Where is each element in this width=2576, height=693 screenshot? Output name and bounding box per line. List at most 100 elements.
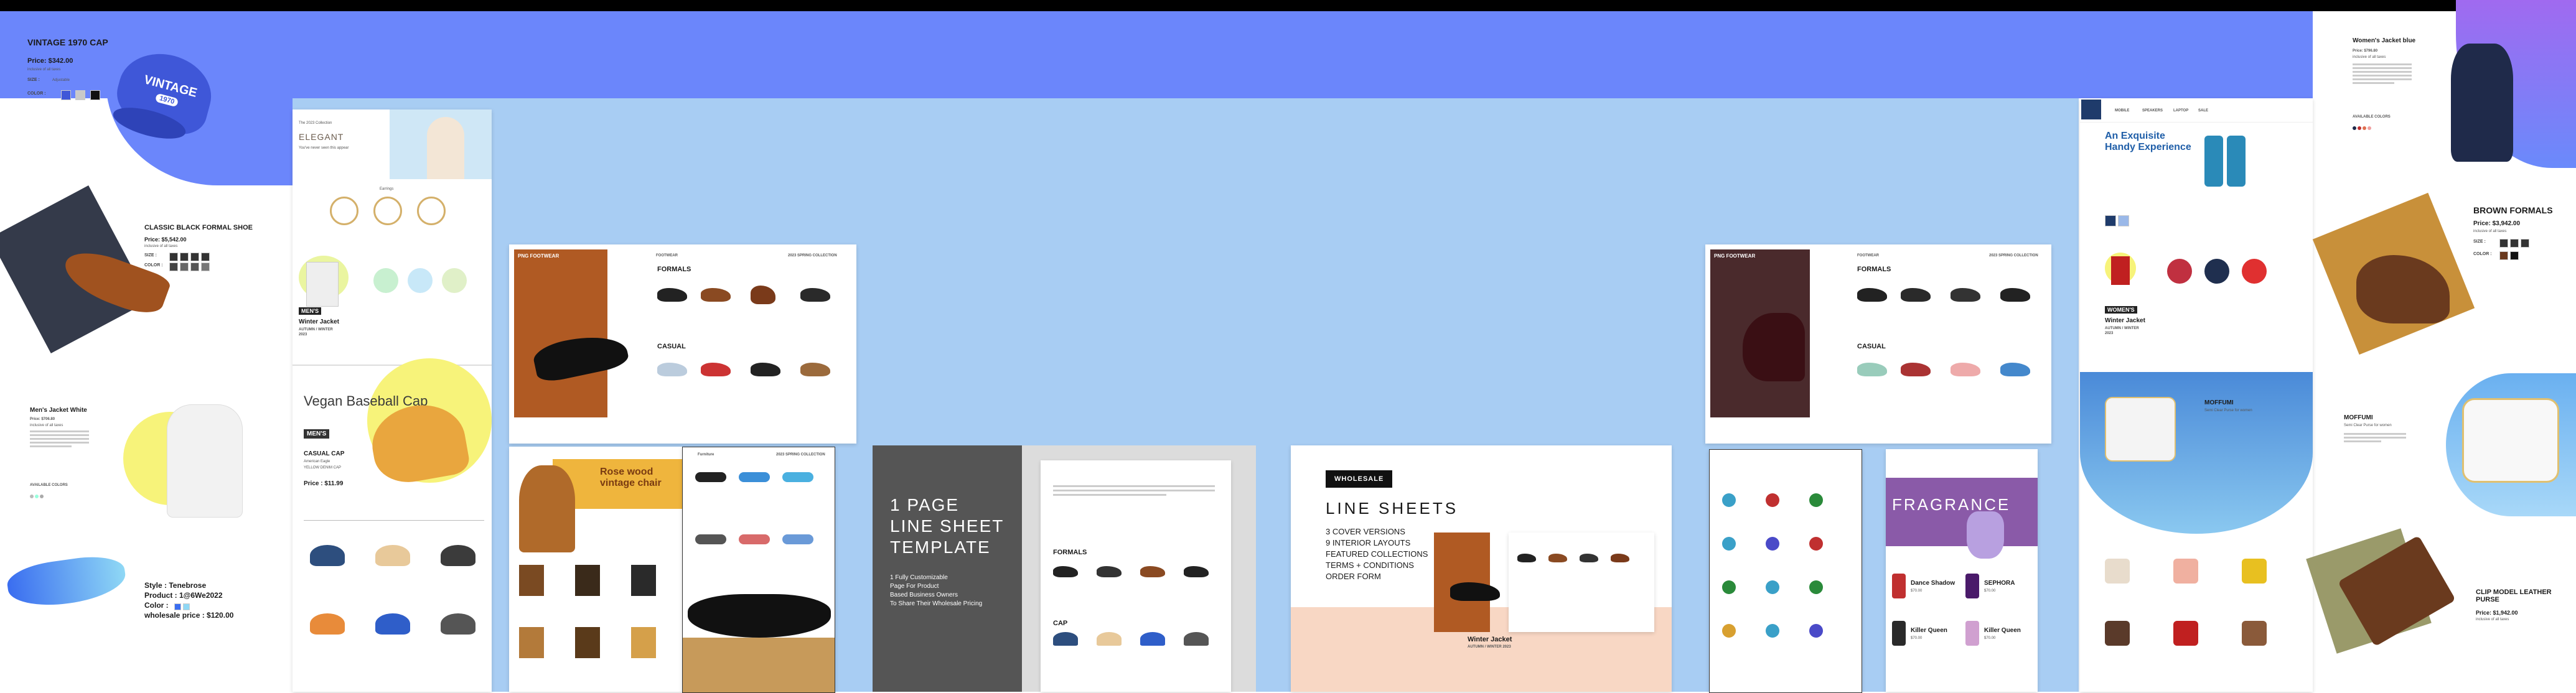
womens-product-row xyxy=(2105,253,2304,315)
formal-shoe-card: CLASSIC BLACK FORMAL SHOE Price: $5,542.… xyxy=(0,185,293,360)
template-bullet-2: Page For Product xyxy=(890,583,939,590)
clear-purse-subtitle: Semi Clear Purse for women xyxy=(2344,424,2392,427)
nav-mobile[interactable]: MOBILE xyxy=(2115,108,2129,113)
clip-purse-price: Price: $1,942.00 xyxy=(2476,610,2518,616)
page-b-casual: CASUAL xyxy=(657,343,686,350)
cap-tax: inclusive of all taxes xyxy=(27,68,61,72)
perfume-2-name: SEPHORA xyxy=(1984,580,2015,587)
formal-shoe-size: SIZE : xyxy=(144,253,157,258)
cap-detail-2: YELLOW DENIM CAP xyxy=(304,466,342,470)
template-bullet-3: Based Business Owners xyxy=(890,592,958,598)
mens-jacket-title: Men's Jacket White xyxy=(30,407,87,414)
model-photo xyxy=(390,109,492,179)
perfume-list: Dance Shadow $70.00 SEPHORA $70.00 Kille… xyxy=(1892,574,2035,686)
line-sheets-item-4: TERMS + CONDITIONS xyxy=(1326,560,1414,570)
page-b-formals: FORMALS xyxy=(657,266,691,273)
page-d-purse-sub: Semi Clear Purse for women xyxy=(2204,409,2252,412)
nav-speakers[interactable]: SPEAKERS xyxy=(2142,108,2163,113)
line-sheets-item-1: 3 COVER VERSIONS xyxy=(1326,527,1405,536)
template-title-2: LINE SHEET xyxy=(890,516,1005,536)
clip-purse-tax: inclusive of all taxes xyxy=(2476,618,2509,621)
swatch-black[interactable] xyxy=(90,90,100,100)
swatch-blue[interactable] xyxy=(61,90,71,100)
clear-purse-image xyxy=(2462,398,2559,483)
big-sunglasses-image xyxy=(688,594,831,638)
formal-shoe-colors[interactable] xyxy=(169,261,212,272)
burgundy-heel-image xyxy=(1743,313,1805,381)
page-b: PNG FOOTWEAR FOOTWEAR 2023 SPRING COLLEC… xyxy=(509,244,856,444)
formals-row xyxy=(657,282,850,313)
chair-page: Rose wood vintage chair xyxy=(509,447,682,692)
earrings-label: Earrings xyxy=(380,187,394,191)
cap-grid xyxy=(304,545,484,682)
womens-jacket-title: Women's Jacket blue xyxy=(2353,37,2416,44)
chair-title: Rose wood vintage chair xyxy=(600,467,662,488)
sunglasses-card: Style : Tenebrose Product : 1@6We2022 Co… xyxy=(0,547,293,653)
page-c-formals: FORMALS xyxy=(1857,266,1891,273)
line-sheet-inner-preview xyxy=(1509,533,1654,632)
page-b-brand: PNG FOOTWEAR xyxy=(518,253,560,259)
glasses-furniture-label: Furniture xyxy=(698,453,714,457)
nav-laptop[interactable]: LAPTOP xyxy=(2173,108,2188,113)
womens-jacket-colors-label: AVAILABLE COLORS xyxy=(2353,115,2391,119)
earrings-row xyxy=(324,197,461,234)
womens-jacket-price: Price: $796.80 xyxy=(2353,49,2378,53)
brown-formals-colors[interactable] xyxy=(2499,250,2521,261)
mens-jacket-desc xyxy=(30,430,89,449)
formal-shoe-tax: inclusive of all taxes xyxy=(144,244,178,248)
swatch-grey[interactable] xyxy=(75,90,86,100)
template-title-1: 1 PAGE xyxy=(890,495,960,514)
sunglasses-wholesale: wholesale price : $120.00 xyxy=(144,611,234,620)
cap-color-swatches[interactable] xyxy=(61,90,102,101)
cap-detail-1: American Eagle xyxy=(304,460,330,463)
vintage-cap-image: VINTAGE 1970 xyxy=(106,42,224,145)
mens-jacket-tax: inclusive of all taxes xyxy=(30,424,63,427)
page-b-header-right: 2023 SPRING COLLECTION xyxy=(788,254,837,258)
perfume-2-price: $70.00 xyxy=(1984,589,1996,593)
cap-title: VINTAGE 1970 CAP xyxy=(27,37,108,47)
page-c-casual: CASUAL xyxy=(1857,343,1886,350)
formal-shoe-color: COLOR : xyxy=(144,263,163,267)
page-c-casual-row xyxy=(1857,356,2044,388)
footwear-orange-panel xyxy=(514,249,607,417)
brown-formals-size: SIZE : xyxy=(2473,240,2486,244)
womens-jacket-desc xyxy=(2353,63,2412,86)
page-d-winter-jacket: Winter Jacket xyxy=(2105,317,2145,324)
clear-purse-title: MOFFUMI xyxy=(2344,414,2373,421)
brown-formals-price: Price: $3,942.00 xyxy=(2473,220,2521,227)
nav-logo[interactable] xyxy=(2081,100,2101,119)
mens-jacket-price: Price: $706.80 xyxy=(30,417,55,421)
phone-image xyxy=(2204,136,2248,210)
womens-tag: WOMEN'S xyxy=(2105,306,2137,314)
template-title-3: TEMPLATE xyxy=(890,537,991,557)
brown-formals-sizes[interactable] xyxy=(2499,238,2531,249)
mens-jacket-colors[interactable] xyxy=(30,490,45,501)
phone-thumbs[interactable] xyxy=(2105,215,2131,226)
casual-cap-label: CASUAL CAP xyxy=(304,450,345,457)
wholesale-line-sheets: WHOLESALE LINE SHEETS 3 COVER VERSIONS 9… xyxy=(1291,445,1672,692)
wholesale-badge: WHOLESALE xyxy=(1326,470,1393,488)
perfume-1-price: $70.00 xyxy=(1911,589,1923,593)
sunglasses-image xyxy=(5,552,128,612)
chair-grid xyxy=(519,565,675,677)
cap-price-label: Price : $11.99 xyxy=(304,480,344,487)
line-sheet-shoe xyxy=(1450,582,1500,601)
page-d-season: AUTUMN / WINTER 2023 xyxy=(2105,327,2139,335)
brown-formals-card: BROWN FORMALS Price: $3,942.00 inclusive… xyxy=(2312,192,2576,361)
white-jacket-image xyxy=(167,404,243,518)
mens-tag: MEN'S xyxy=(299,307,322,315)
fragrance-page: FRAGRANCE Dance Shadow $70.00 SEPHORA $7… xyxy=(1886,449,2038,692)
page-a-winter-jacket: Winter Jacket xyxy=(299,319,339,325)
top-black-bar xyxy=(0,0,2576,11)
nav-bar: MOBILE SPEAKERS LAPTOP SALE xyxy=(2080,98,2313,123)
purse-grid xyxy=(2105,559,2304,683)
womens-jacket-colors[interactable] xyxy=(2353,122,2372,133)
template-cap: CAP xyxy=(1053,620,1068,627)
template-bullet-4: To Share Their Wholesale Pricing xyxy=(890,600,983,607)
nav-sale[interactable]: SALE xyxy=(2198,108,2208,113)
cap-color-label: COLOR : xyxy=(27,91,46,96)
glasses-collection-label: 2023 SPRING COLLECTION xyxy=(776,453,825,457)
purse-image xyxy=(2105,397,2176,462)
page-a: The 2023 Collection ELEGANT You've never… xyxy=(293,109,492,692)
cap-size-value: Adjustable xyxy=(52,78,70,82)
